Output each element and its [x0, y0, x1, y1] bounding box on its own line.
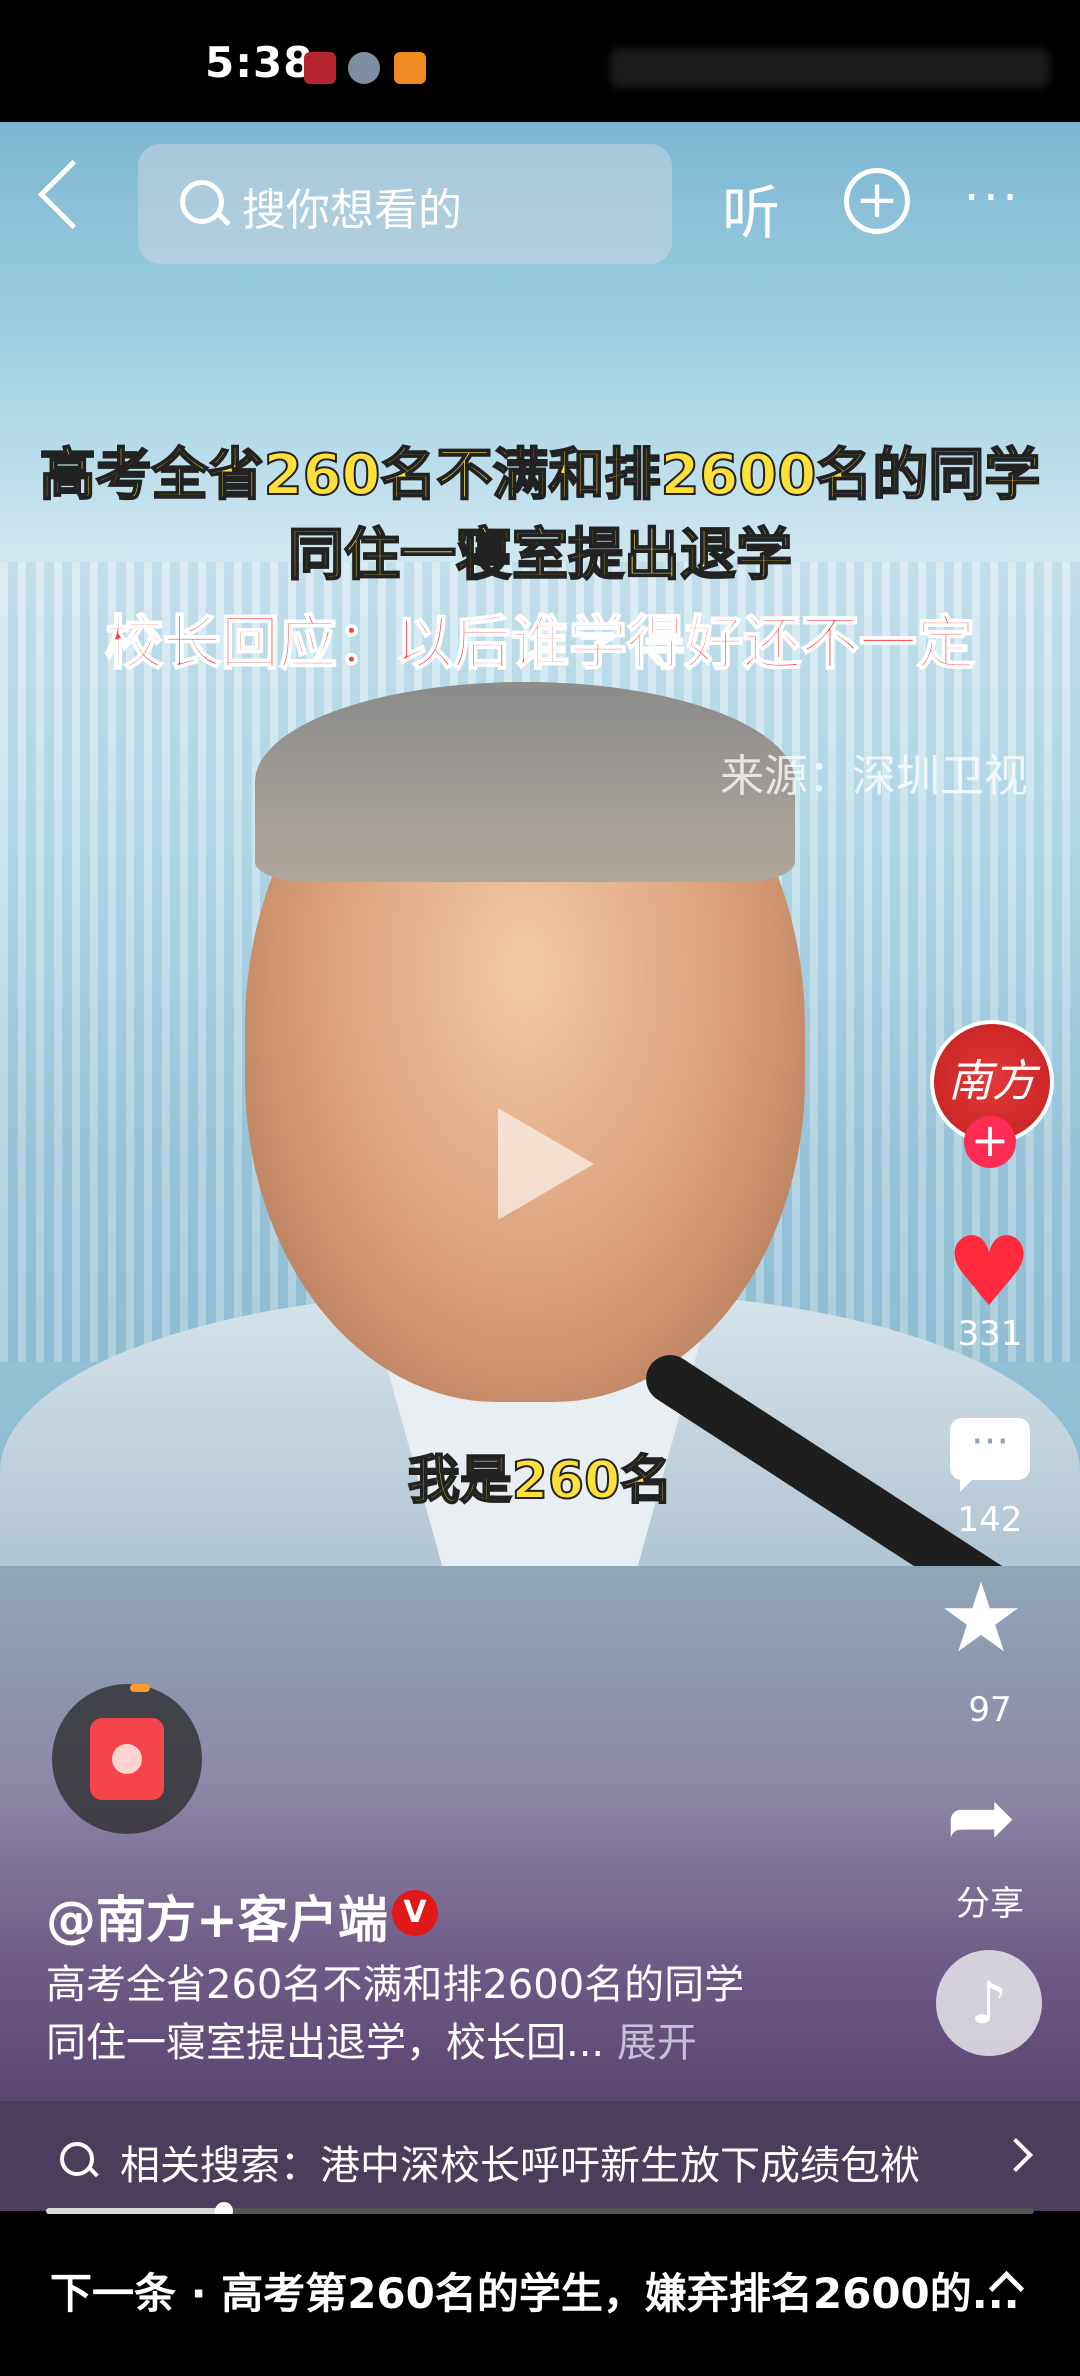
favorite-count: 97: [968, 1690, 1012, 1730]
related-search-icon: [60, 2142, 94, 2176]
next-video-title[interactable]: 下一条 · 高考第260名的学生，嫌弃排名2600的...: [50, 2260, 1020, 2321]
status-time: 5:38: [205, 38, 314, 87]
like-heart-icon[interactable]: ♥: [946, 1222, 1032, 1322]
video-source: 来源：深圳卫视: [720, 751, 1028, 802]
video-headline-3: 校长回应：以后谁学得好还不一定: [104, 608, 976, 678]
author-name[interactable]: @南方+客户端: [46, 1880, 388, 1952]
follow-plus-icon[interactable]: +: [964, 1116, 1016, 1168]
notification-avatar-icon: [348, 52, 380, 84]
video-player[interactable]: [0, 122, 1080, 1566]
comment-count: 142: [957, 1500, 1023, 1540]
music-note-icon[interactable]: ♪: [936, 1950, 1042, 2056]
video-subtitle: 我是260名: [407, 1450, 674, 1512]
red-packet-button[interactable]: [52, 1684, 202, 1834]
expand-link[interactable]: 展开: [617, 2020, 697, 2066]
search-placeholder: 搜你想看的: [242, 185, 462, 236]
related-search-text[interactable]: 相关搜索：港中深校长呼吁新生放下成绩包袱: [120, 2133, 920, 2191]
favorite-star-icon[interactable]: ★: [938, 1568, 1024, 1668]
share-label: 分享: [956, 1884, 1024, 1924]
verified-badge-icon: V: [392, 1890, 438, 1936]
listen-button[interactable]: 听: [722, 166, 780, 250]
red-packet-icon: [90, 1718, 164, 1800]
post-description-line2: 同住一寝室提出退学，校长回... 展开: [46, 2010, 697, 2068]
more-icon[interactable]: ···: [964, 170, 1022, 226]
post-description-line1: 高考全省260名不满和排2600名的同学: [46, 1962, 745, 2008]
video-headline-1: 高考全省260名不满和排2600名的同学: [39, 442, 1042, 509]
video-figure-hair: [255, 682, 795, 882]
comment-icon[interactable]: ···: [950, 1418, 1030, 1492]
app-notification-icon: [394, 52, 426, 84]
status-icons-blurred: [610, 48, 1050, 88]
play-icon[interactable]: [498, 1108, 594, 1220]
search-icon: [180, 180, 224, 224]
notification-icon: [304, 52, 336, 84]
share-arrow-icon[interactable]: ➦: [946, 1772, 1016, 1862]
like-count: 331: [957, 1314, 1023, 1354]
red-packet-progress: [130, 1684, 150, 1692]
video-headline-2: 同住一寝室提出退学: [287, 522, 793, 589]
add-icon[interactable]: +: [844, 168, 910, 234]
post-description-text: 同住一寝室提出退学，校长回...: [46, 2020, 605, 2066]
